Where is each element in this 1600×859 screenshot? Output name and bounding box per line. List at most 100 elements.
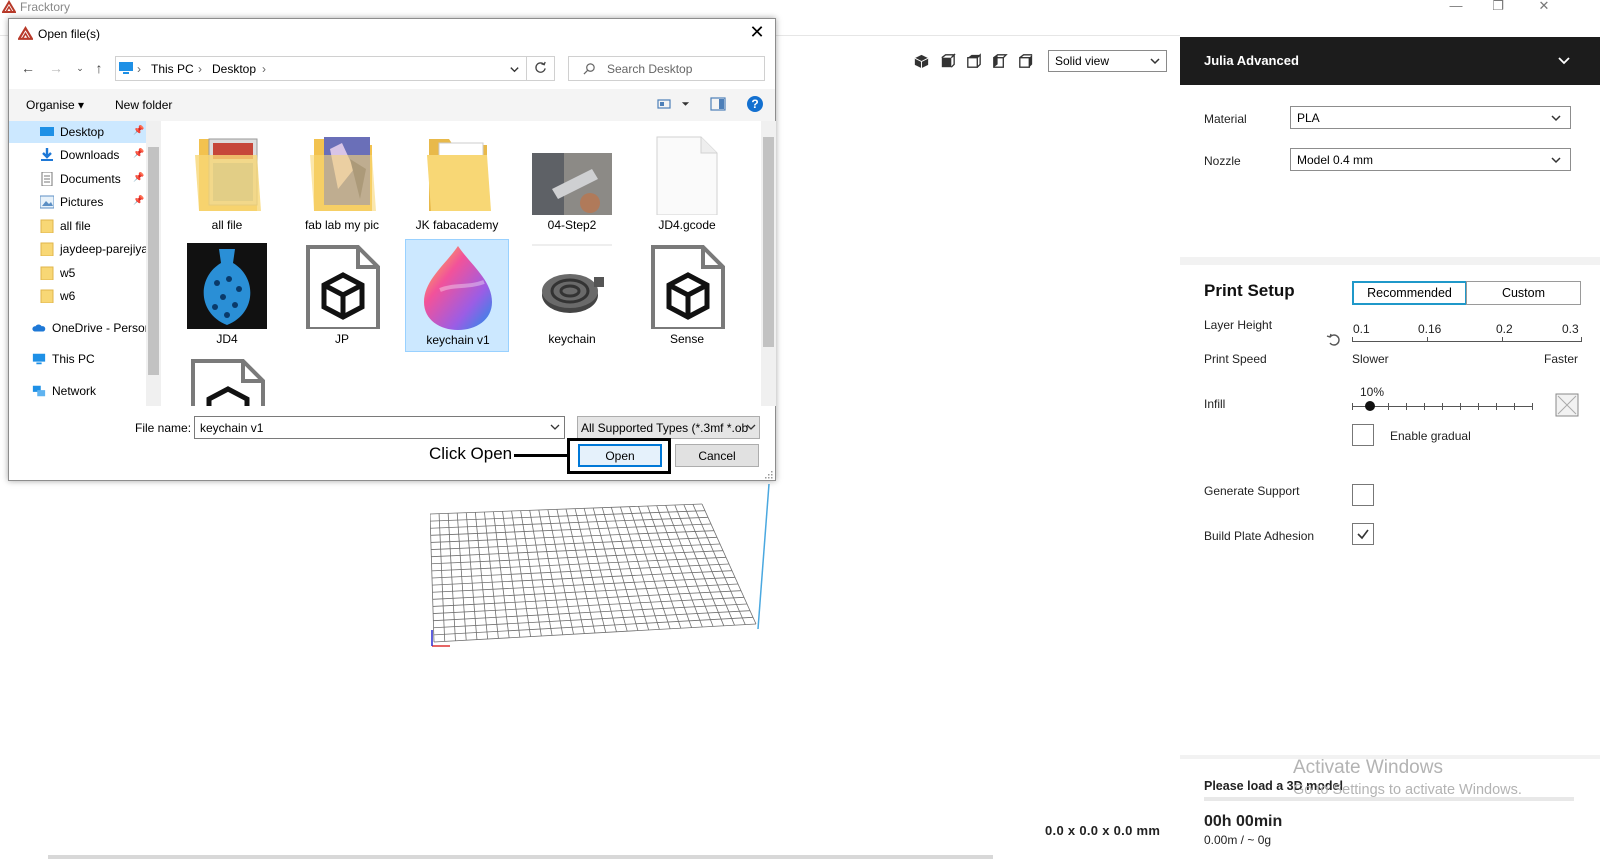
back-arrow-icon[interactable]: ← — [19, 60, 37, 78]
enable-gradual-checkbox[interactable] — [1352, 424, 1374, 446]
organise-menu[interactable]: Organise ▾ — [26, 98, 84, 112]
address-bar[interactable]: › This PC › Desktop › — [115, 56, 527, 81]
slider-tick — [1532, 403, 1533, 410]
preview-pane-icon[interactable] — [710, 97, 726, 111]
file-tile-keychain-v1[interactable]: keychain v1 — [405, 239, 509, 352]
file-tile-sense[interactable]: Sense — [635, 239, 739, 352]
grid-line — [430, 516, 709, 529]
recent-locations-icon[interactable]: ⌄ — [71, 63, 89, 81]
refresh-button[interactable] — [526, 56, 555, 81]
close-window-button[interactable]: ✕ — [1524, 0, 1564, 14]
viewport-scrollbar[interactable] — [48, 855, 993, 859]
view-options-icon[interactable] — [657, 98, 671, 110]
scrollbar-thumb[interactable] — [148, 147, 159, 375]
mode-custom-tab[interactable]: Custom — [1466, 281, 1581, 305]
view-mode-select[interactable]: Solid view — [1048, 50, 1167, 72]
grid-line — [433, 610, 751, 629]
breadcrumb-this-pc[interactable]: This PC — [151, 62, 194, 76]
refresh-icon — [535, 61, 546, 73]
slider-tick — [1496, 403, 1497, 410]
minimize-button[interactable]: — — [1436, 0, 1476, 14]
nav-item-documents[interactable]: Documents 📌 — [9, 168, 149, 190]
dialog-close-button[interactable]: ✕ — [745, 22, 769, 46]
search-box[interactable]: Search Desktop — [568, 56, 765, 81]
chevron-down-icon[interactable] — [550, 422, 560, 432]
file-type-select[interactable]: All Supported Types (*.3mf *.ob — [577, 416, 760, 439]
chevron-down-icon[interactable] — [681, 100, 690, 108]
nav-item-onedrive[interactable]: OneDrive - Persor — [1, 317, 149, 339]
nozzle-select[interactable]: Model 0.4 mm — [1290, 148, 1571, 171]
nav-item-downloads[interactable]: Downloads 📌 — [9, 144, 149, 166]
blank-file-icon — [656, 136, 718, 215]
view-top-icon[interactable] — [964, 52, 983, 71]
scrollbar-thumb[interactable] — [763, 137, 774, 347]
pictures-icon — [40, 195, 54, 209]
breadcrumb-desktop[interactable]: Desktop — [212, 62, 256, 76]
view-right-icon[interactable] — [1016, 52, 1035, 71]
reset-icon[interactable] — [1326, 332, 1342, 348]
callout-highlight-box — [567, 438, 671, 474]
navigation-pane-scrollbar[interactable] — [146, 121, 161, 406]
slider-tick — [1427, 337, 1428, 342]
nav-item-folder[interactable]: w6 — [9, 285, 149, 307]
download-icon — [41, 148, 53, 161]
material-usage: 0.00m / ~ 0g — [1204, 833, 1272, 847]
file-tile-jp[interactable]: JP — [290, 239, 394, 352]
speed-faster-label: Faster — [1544, 352, 1579, 366]
file-tile-jd4[interactable]: JD4 — [175, 239, 279, 352]
nav-item-folder[interactable]: all file — [9, 215, 149, 237]
file-tile-fab-lab-my-pic[interactable]: fab lab my pic — [290, 125, 394, 238]
generate-support-label: Generate Support — [1204, 484, 1300, 498]
file-tile-04-step2[interactable]: 04-Step2 — [520, 125, 624, 238]
nav-item-pictures[interactable]: Pictures 📌 — [9, 191, 149, 213]
file-name-input[interactable]: keychain v1 — [194, 416, 565, 439]
grid-line — [432, 583, 739, 600]
file-list-scrollbar[interactable] — [761, 121, 776, 406]
3d-model-file-icon — [191, 359, 265, 406]
new-folder-button[interactable]: New folder — [115, 98, 172, 112]
chevron-down-icon[interactable] — [509, 64, 520, 75]
nav-item-folder[interactable]: w5 — [9, 262, 149, 284]
file-tile[interactable] — [175, 353, 279, 406]
help-icon[interactable]: ? — [747, 96, 763, 112]
dialog-title-bar[interactable]: Open file(s) ✕ — [9, 19, 775, 49]
up-arrow-icon[interactable]: ↑ — [90, 60, 108, 78]
layer-height-tick: 0.3 — [1562, 322, 1579, 336]
generate-support-checkbox[interactable] — [1352, 484, 1374, 506]
file-tile-jk-fabacademy[interactable]: JK fabacademy — [405, 125, 509, 238]
infill-pattern-icon — [1555, 393, 1579, 417]
nav-item-desktop[interactable]: Desktop 📌 — [9, 121, 149, 143]
view-left-icon[interactable] — [990, 52, 1009, 71]
grid-line — [430, 523, 712, 536]
build-plate-adhesion-checkbox[interactable] — [1352, 523, 1374, 545]
file-tile-jd4-gcode[interactable]: JD4.gcode — [635, 125, 739, 238]
network-icon — [32, 385, 46, 397]
mode-recommended-tab[interactable]: Recommended — [1352, 281, 1467, 305]
printer-header[interactable]: Julia Advanced — [1180, 37, 1600, 85]
search-icon — [583, 63, 595, 75]
nav-item-this-pc[interactable]: This PC — [1, 348, 141, 370]
build-plate — [430, 484, 770, 647]
desktop-icon — [40, 127, 54, 136]
file-tile-keychain[interactable]: keychain — [520, 239, 624, 352]
chevron-down-icon — [1551, 115, 1561, 122]
file-label: JD4.gcode — [658, 218, 716, 232]
resize-grip-icon[interactable] — [763, 469, 773, 479]
maximize-button[interactable]: ❐ — [1478, 0, 1518, 14]
infill-slider-thumb[interactable] — [1365, 401, 1375, 411]
cancel-button[interactable]: Cancel — [675, 444, 759, 467]
nav-item-folder[interactable]: jaydeep-parejiya — [9, 238, 149, 260]
file-tile-all-file[interactable]: all file — [175, 125, 279, 238]
activation-watermark-subtitle: Go to Settings to activate Windows. — [1293, 782, 1522, 798]
forward-arrow-icon[interactable]: → — [47, 60, 65, 78]
folder-icon — [40, 266, 54, 280]
activation-watermark-title: Activate Windows — [1293, 757, 1443, 778]
layer-height-slider[interactable] — [1352, 341, 1582, 342]
grid-line — [430, 530, 715, 543]
nav-item-network[interactable]: Network — [1, 380, 141, 402]
view-3d-icon[interactable] — [912, 52, 931, 71]
view-front-icon[interactable] — [938, 52, 957, 71]
material-select[interactable]: PLA — [1290, 106, 1571, 129]
nav-item-label: all file — [60, 219, 91, 233]
grid-line — [432, 576, 736, 593]
